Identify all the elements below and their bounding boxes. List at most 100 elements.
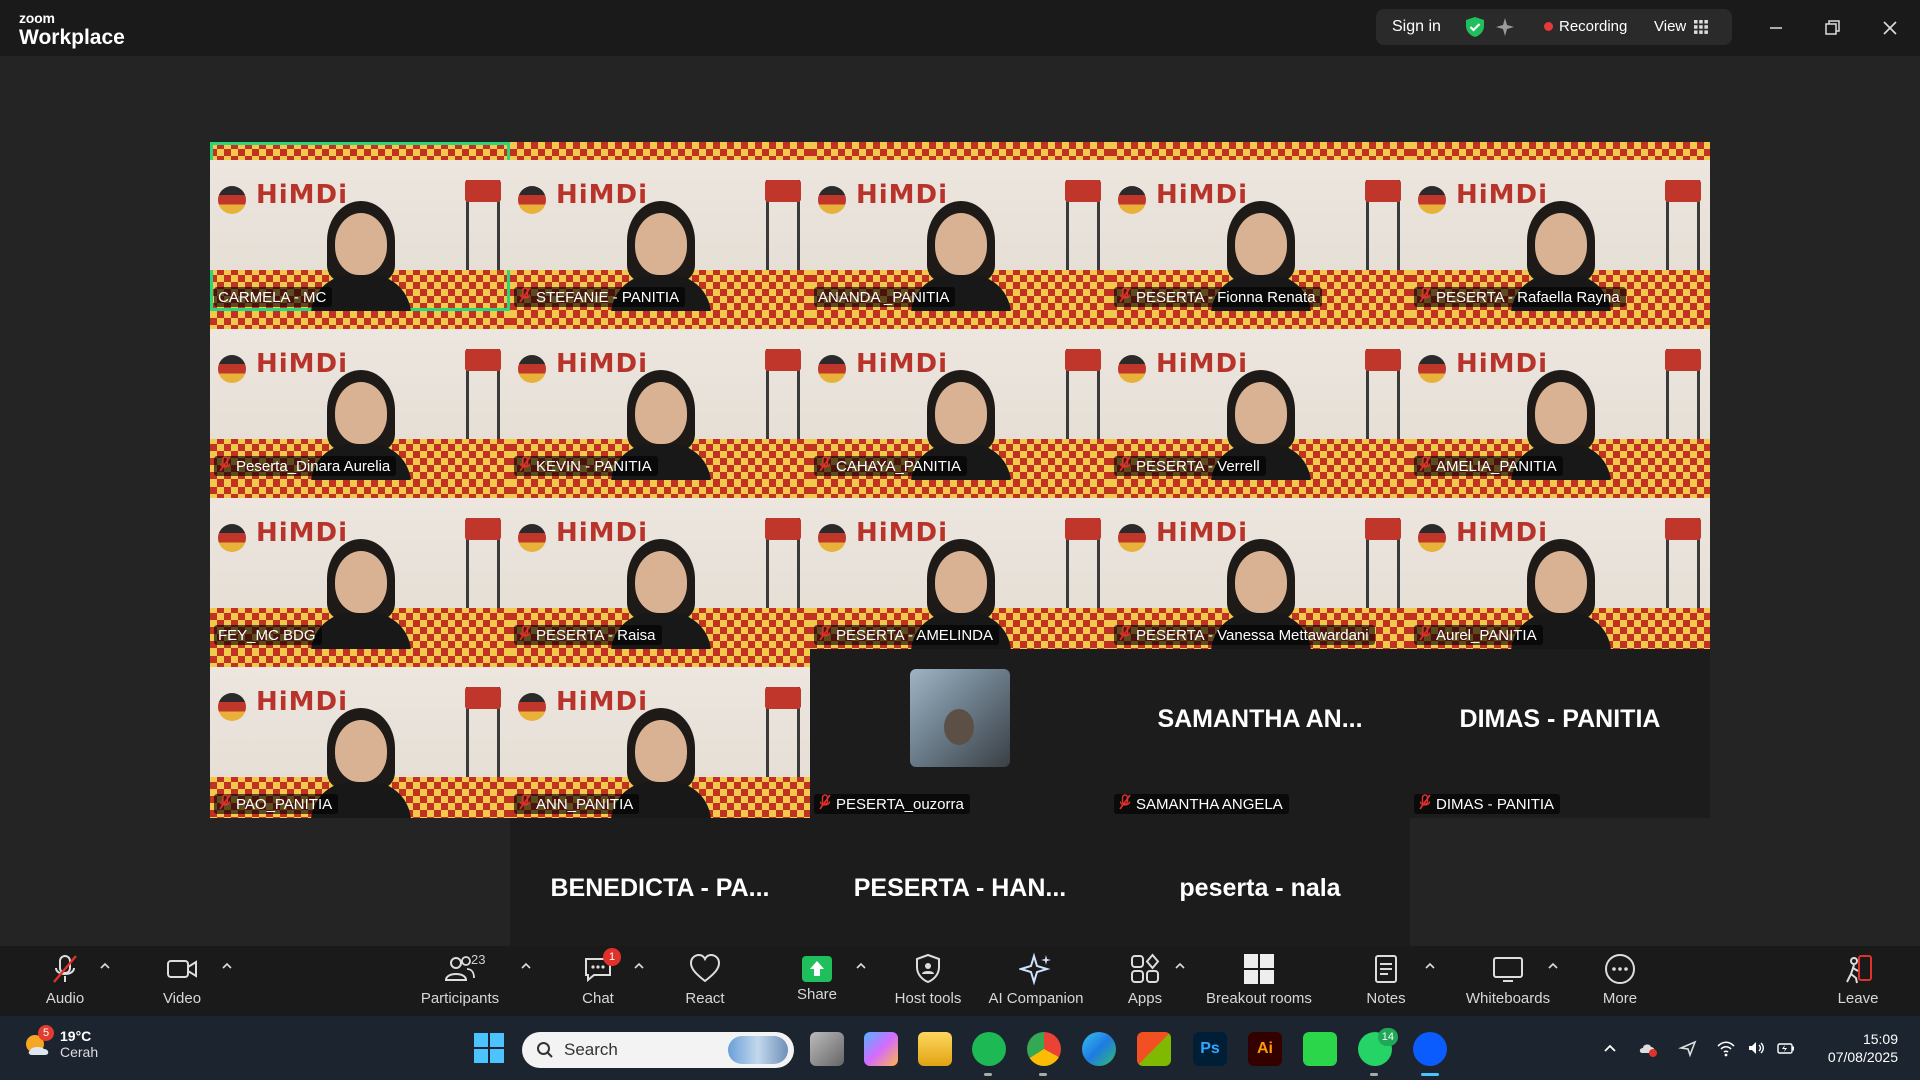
host-tools-button[interactable]: Host tools xyxy=(873,952,983,1007)
chrome-icon[interactable] xyxy=(1027,1032,1061,1076)
participant-name-label: PESERTA - Fionna Renata xyxy=(1114,287,1322,307)
participant-tile[interactable]: HiMDi CAHAYA_PANITIA xyxy=(810,311,1110,480)
breakout-rooms-button[interactable]: Breakout rooms xyxy=(1199,952,1319,1007)
volume-icon[interactable] xyxy=(1746,1038,1766,1058)
ms-store-icon[interactable] xyxy=(1137,1032,1171,1066)
participant-name-label: FEY_MC BDG xyxy=(214,625,322,645)
share-caret-icon[interactable] xyxy=(853,958,869,974)
battery-icon[interactable] xyxy=(1776,1038,1796,1058)
view-button[interactable]: View xyxy=(1654,18,1709,35)
taskbar-search[interactable]: Search xyxy=(522,1032,794,1068)
weather-widget[interactable]: 5 19°C Cerah xyxy=(22,1025,99,1060)
illustrator-icon[interactable]: Ai xyxy=(1248,1032,1282,1066)
location-icon[interactable] xyxy=(1678,1038,1698,1058)
participant-tile[interactable]: HiMDi ANANDA _PANITIA xyxy=(810,142,1110,311)
participant-tile[interactable]: HiMDi PAO_PANITIA xyxy=(210,649,510,818)
zoom-taskbar-icon[interactable] xyxy=(1413,1032,1447,1076)
restore-icon[interactable] xyxy=(1818,14,1846,42)
participant-tile[interactable]: PESERTA_ouzorra xyxy=(810,649,1110,818)
ai-companion-button[interactable]: AI Companion xyxy=(981,952,1091,1007)
participant-tile[interactable]: HiMDi Peserta_Dinara Aurelia xyxy=(210,311,510,480)
participant-tile[interactable]: HiMDi PESERTA - Fionna Renata xyxy=(1110,142,1410,311)
lamp-decoration xyxy=(518,186,546,214)
chair-decoration xyxy=(765,349,801,439)
wifi-icon[interactable] xyxy=(1716,1038,1736,1058)
chair-decoration xyxy=(1365,349,1401,439)
participant-tile[interactable]: HiMDi CARMELA - MC xyxy=(210,142,510,311)
chat-badge: 1 xyxy=(603,948,621,966)
participant-gallery: HiMDi CARMELA - MC HiMDi STEFANIE - PANITIA… xyxy=(210,142,1710,987)
chair-decoration xyxy=(1065,518,1101,608)
participant-tile[interactable]: HiMDi STEFANIE - PANITIA xyxy=(510,142,810,311)
participant-name: AMELIA_PANITIA xyxy=(1436,457,1557,475)
participant-name-label: DIMAS - PANITIA xyxy=(1414,794,1561,814)
chair-decoration xyxy=(1665,349,1701,439)
windows-taskbar: 5 19°C Cerah Search Ps Ai 14 15:09 07/08… xyxy=(0,1016,1920,1080)
edge-icon[interactable] xyxy=(1082,1032,1116,1066)
participant-tile[interactable]: DIMAS - PANITIA DIMAS - PANITIA xyxy=(1410,649,1710,818)
spotify-icon[interactable] xyxy=(972,1032,1006,1076)
ai-sparkle-icon[interactable] xyxy=(1494,16,1516,38)
photoshop-icon[interactable]: Ps xyxy=(1193,1032,1227,1066)
chair-decoration xyxy=(465,180,501,270)
participant-name: ANANDA _PANITIA xyxy=(818,288,950,306)
participant-name: PESERTA - Fionna Renata xyxy=(1136,288,1316,306)
search-highlight-icon xyxy=(728,1036,788,1064)
file-explorer-icon[interactable] xyxy=(918,1032,952,1066)
participant-tile[interactable]: HiMDi PESERTA - AMELINDA xyxy=(810,480,1110,649)
task-view-icon[interactable] xyxy=(810,1032,844,1066)
recording-indicator[interactable]: Recording xyxy=(1544,18,1627,35)
participant-tile[interactable]: HiMDi PESERTA - Raisa xyxy=(510,480,810,649)
copilot-icon[interactable] xyxy=(864,1032,898,1066)
participant-tile[interactable]: HiMDi AMELIA_PANITIA xyxy=(1410,311,1710,480)
participant-tile[interactable]: HiMDi PESERTA - Rafaella Rayna xyxy=(1410,142,1710,311)
whiteboards-caret-icon[interactable] xyxy=(1545,958,1561,974)
shield-icon[interactable] xyxy=(1464,16,1486,38)
notes-caret-icon[interactable] xyxy=(1422,958,1438,974)
chat-caret-icon[interactable] xyxy=(631,958,647,974)
participant-name: PESERTA - Rafaella Rayna xyxy=(1436,288,1620,306)
title-actions: Sign in Recording View xyxy=(1376,9,1732,45)
participant-tile[interactable]: HiMDi PESERTA - Verrell xyxy=(1110,311,1410,480)
apps-caret-icon[interactable] xyxy=(1172,958,1188,974)
minimize-icon[interactable] xyxy=(1762,14,1790,42)
phone-link-icon[interactable] xyxy=(1303,1032,1337,1066)
participants-caret-icon[interactable] xyxy=(518,958,534,974)
participant-tile[interactable]: HiMDi ANN_PANITIA xyxy=(510,649,810,818)
mic-muted-icon xyxy=(818,794,832,814)
participant-name-label: Aurel_PANITIA xyxy=(1414,625,1543,645)
video-caret-icon[interactable] xyxy=(219,958,235,974)
participant-tile[interactable]: HiMDi PESERTA - Vanessa Mettawardani xyxy=(1110,480,1410,649)
chair-decoration xyxy=(1665,180,1701,270)
whiteboard-icon xyxy=(1493,957,1523,982)
react-button[interactable]: React xyxy=(650,952,760,1007)
mic-muted-icon xyxy=(1118,794,1132,814)
cloud-sync-icon[interactable] xyxy=(1638,1038,1658,1058)
participant-tile[interactable]: SAMANTHA AN... SAMANTHA ANGELA xyxy=(1110,649,1410,818)
recording-dot-icon xyxy=(1544,22,1553,31)
leave-button[interactable]: Leave xyxy=(1803,952,1913,1007)
lamp-decoration xyxy=(518,524,546,552)
chair-decoration xyxy=(1665,518,1701,608)
mic-muted-icon xyxy=(1418,625,1432,645)
signin-button[interactable]: Sign in xyxy=(1392,18,1441,36)
lamp-decoration xyxy=(1418,524,1446,552)
chat-icon-wrap: 1 xyxy=(581,948,621,986)
whatsapp-icon[interactable]: 14 xyxy=(1358,1028,1398,1076)
audio-caret-icon[interactable] xyxy=(97,958,113,974)
windows-start-icon[interactable] xyxy=(474,1033,504,1063)
clock[interactable]: 15:09 07/08/2025 xyxy=(1828,1030,1898,1066)
participant-tile[interactable]: HiMDi Aurel_PANITIA xyxy=(1410,480,1710,649)
search-icon xyxy=(537,1042,553,1058)
chevron-up-icon[interactable] xyxy=(1600,1038,1620,1058)
participant-tile[interactable]: HiMDi FEY_MC BDG xyxy=(210,480,510,649)
weather-desc: Cerah xyxy=(60,1044,99,1060)
lamp-decoration xyxy=(218,693,246,721)
zoom-logo: zoom Workplace xyxy=(19,11,125,48)
close-icon[interactable] xyxy=(1876,14,1904,42)
participants-button[interactable]: 23 Participants xyxy=(405,952,515,1007)
more-button[interactable]: More xyxy=(1565,952,1675,1007)
participant-tile[interactable]: HiMDi KEVIN - PANITIA xyxy=(510,311,810,480)
lamp-decoration xyxy=(218,524,246,552)
participant-name-label: SAMANTHA ANGELA xyxy=(1114,794,1289,814)
